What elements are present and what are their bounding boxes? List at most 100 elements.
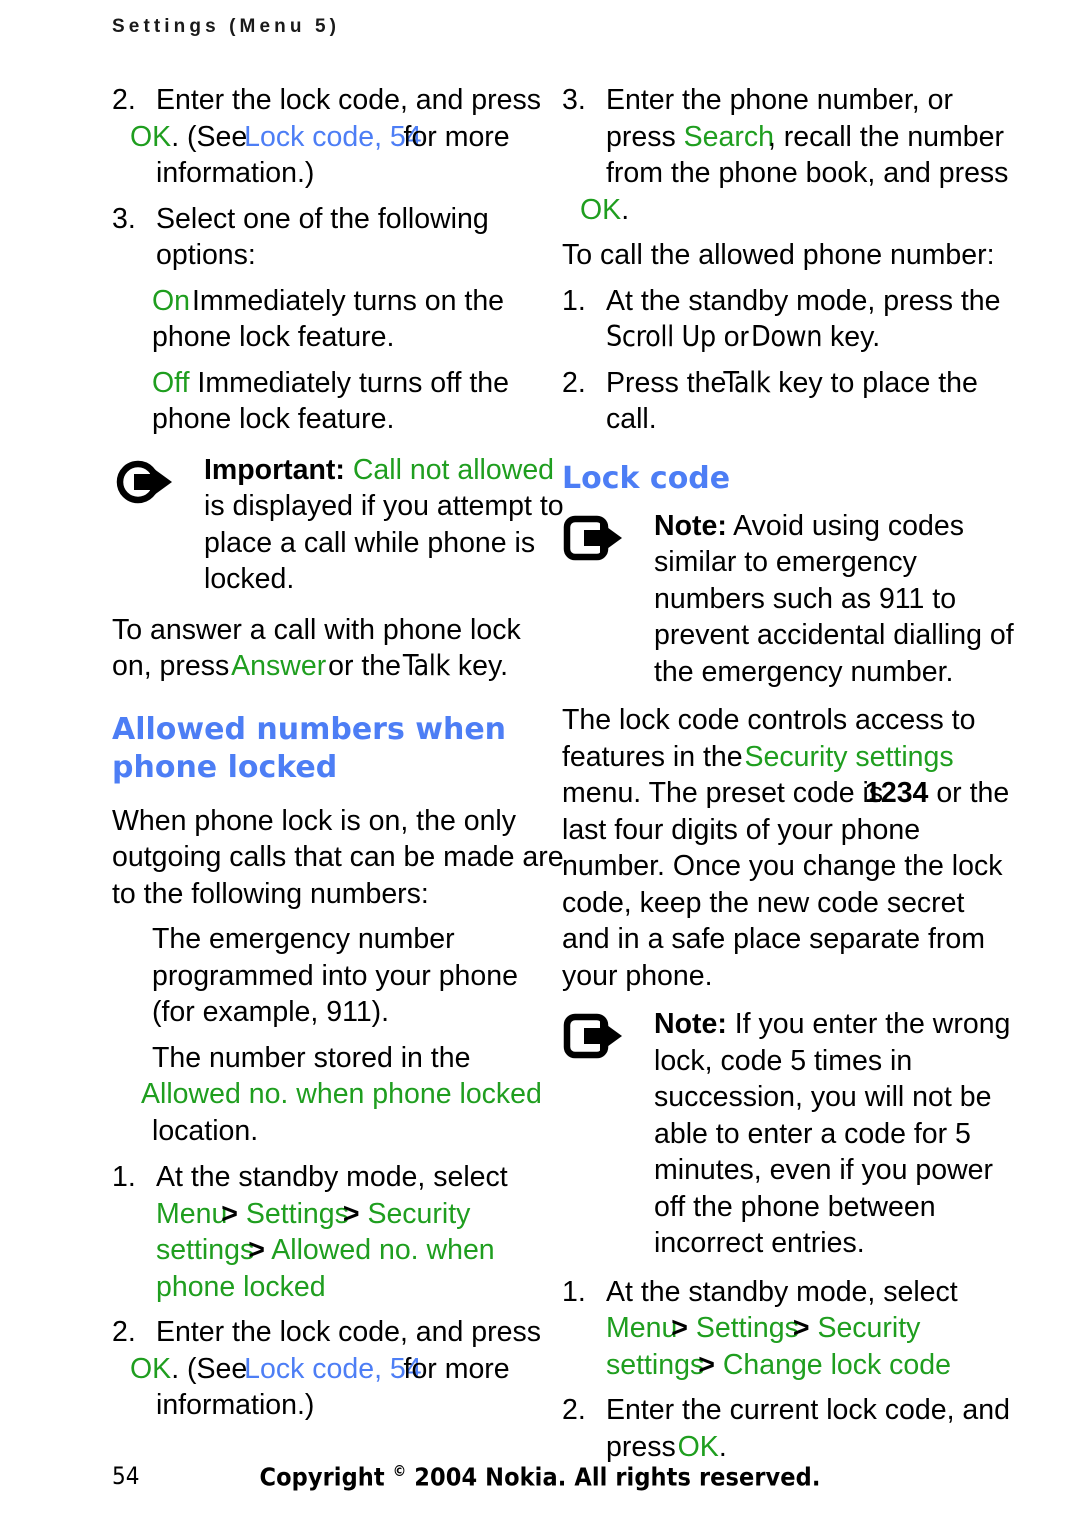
softkey-ok: OK: [130, 1352, 172, 1385]
menu-path-separator: >: [248, 1234, 265, 1266]
key-talk: Talk: [402, 649, 450, 682]
important-callout: Important: Call not allowed is displayed…: [112, 452, 564, 598]
important-label: Important:: [204, 453, 345, 486]
display-message-call-not-allowed: Call not allowed: [352, 453, 555, 486]
softkey-ok: OK: [677, 1430, 719, 1463]
list-number: 3.: [562, 84, 586, 116]
key-talk: Talk: [723, 365, 771, 399]
note-label: Note:: [654, 509, 727, 542]
step-text: Select one of the following options:: [156, 202, 489, 272]
menu-path-separator: >: [671, 1312, 688, 1344]
note-text: Note: If you enter the wrong lock, code …: [654, 1008, 1010, 1259]
step-period: .: [718, 1430, 727, 1463]
preset-lock-code-value: 1234: [865, 777, 929, 809]
answer-call-paragraph: To answer a call with phone lock on, pre…: [112, 612, 564, 685]
answer-suffix: key.: [449, 650, 509, 682]
option-off: Off Immediately turns off the phone lock…: [112, 365, 564, 438]
menu-path-settings: Settings: [245, 1197, 349, 1230]
list-item: 3. Select one of the following options:: [112, 201, 564, 274]
list-number: 3.: [112, 202, 136, 235]
stored-suffix: location.: [152, 1114, 259, 1147]
note-callout-wrong-code: Note: If you enter the wrong lock, code …: [562, 1006, 1014, 1262]
section-heading-allowed-numbers: Allowed numbers when phone locked: [112, 711, 507, 785]
important-text: Important: Call not allowed is displayed…: [204, 454, 564, 596]
left-column: 2. Enter the lock code, and press OK. (Se…: [112, 82, 564, 1433]
menu-value-off: Off: [152, 366, 190, 399]
menu-path-settings: Settings: [695, 1312, 799, 1344]
step-period: .: [171, 1352, 180, 1385]
list-item: 1. At the standby mode, select Menu> Sett…: [112, 1159, 564, 1305]
menu-path-separator: >: [792, 1312, 810, 1344]
step-text: Enter the lock code, and press: [156, 1316, 541, 1348]
bullet-stored-number: The number stored in the Allowed no. whe…: [112, 1040, 564, 1150]
lock-code-suffix: or the last four digits of your phone nu…: [562, 777, 1010, 992]
list-number: 1.: [562, 1275, 586, 1308]
key-scroll-up: Scroll Up: [606, 320, 716, 353]
note-arrow-icon: [562, 1012, 636, 1062]
menu-path-menu: Menu: [156, 1197, 228, 1230]
cross-reference-link[interactable]: Lock code, 54: [244, 121, 421, 153]
menu-allowed-no-location: Allowed no. when phone locked: [141, 1078, 542, 1110]
option-on: On Immediately turns on the phone lock f…: [112, 283, 564, 356]
step-text: Press the: [606, 366, 735, 399]
menu-path-separator: >: [342, 1197, 360, 1230]
step-period: .: [621, 193, 630, 226]
note-description: If you enter the wrong lock, code 5 time…: [654, 1008, 1011, 1259]
step-text: At the standby mode, select: [156, 1161, 508, 1193]
answer-middle: or the: [320, 650, 409, 682]
list-number: 1.: [562, 284, 586, 317]
softkey-ok: OK: [580, 193, 622, 226]
important-arrow-icon: [112, 458, 186, 508]
list-item: 1. At the standby mode, press the Scroll …: [562, 283, 1014, 356]
menu-security-settings: Security settings: [744, 740, 954, 773]
cross-reference-link[interactable]: Lock code, 54: [244, 1353, 421, 1385]
to-call-paragraph: To call the allowed phone number:: [562, 239, 995, 271]
step-text: At the standby mode, press the: [606, 284, 1001, 317]
list-item: 2. Press the Talk key to place the call.: [562, 365, 1014, 438]
list-item: 3. Enter the phone number, or press Searc…: [562, 82, 1014, 228]
allowed-numbers-intro: When phone lock is on, the only outgoing…: [112, 804, 564, 910]
option-on-description: Immediately turns on the phone lock feat…: [152, 284, 505, 354]
menu-path-menu: Menu: [606, 1312, 678, 1344]
list-item: 1. At the standby mode, select Menu> Sett…: [562, 1274, 1014, 1384]
list-number: 2.: [562, 366, 586, 399]
note-label: Note:: [654, 1008, 727, 1040]
bullet-emergency-number: The emergency number programmed into you…: [152, 923, 518, 1028]
menu-path-separator: >: [221, 1197, 238, 1230]
key-down: Down: [751, 320, 823, 353]
step-period: .: [171, 120, 180, 153]
menu-path-separator: >: [698, 1348, 715, 1381]
copyright-notice: Copyright © 2004 Nokia. All rights reser…: [0, 1462, 1080, 1491]
page-footer: 54 Copyright © 2004 Nokia. All rights re…: [0, 1462, 1080, 1496]
manual-page: Settings (Menu 5) 2. Enter the lock code,…: [0, 0, 1080, 1530]
step-text: At the standby mode, select: [606, 1275, 958, 1308]
right-column: 3. Enter the phone number, or press Searc…: [562, 82, 1014, 1474]
list-number: 2.: [112, 84, 136, 116]
lock-code-middle: menu. The preset code is: [562, 777, 891, 809]
copyright-suffix: 2004 Nokia. All rights reserved.: [406, 1462, 821, 1492]
softkey-search: Search: [683, 120, 774, 153]
softkey-ok: OK: [130, 120, 172, 153]
step-suffix: key.: [822, 321, 881, 353]
copyright-prefix: Copyright: [259, 1462, 393, 1492]
step-text: Enter the lock code, and press: [156, 84, 541, 116]
step-text: Enter the current lock code, and press: [606, 1394, 1010, 1463]
note-arrow-icon: [562, 514, 636, 564]
list-item: 2. Enter the current lock code, and press…: [562, 1392, 1014, 1465]
list-number: 1.: [112, 1161, 136, 1193]
softkey-answer: Answer: [231, 650, 327, 682]
lock-code-paragraph: The lock code controls access to feature…: [562, 702, 1014, 994]
option-off-description: Immediately turns off the phone lock fea…: [152, 366, 509, 436]
running-head: Settings (Menu 5): [112, 16, 341, 37]
note-callout-emergency: Note: Avoid using codes similar to emerg…: [562, 508, 1014, 691]
list-number: 2.: [562, 1394, 586, 1426]
menu-path-change-lock-code: Change lock code: [722, 1348, 951, 1381]
stored-prefix: The number stored in the: [152, 1041, 471, 1074]
section-heading-lock-code: Lock code: [562, 460, 731, 496]
important-description: is displayed if you attempt to place a c…: [204, 490, 564, 595]
list-item: 2. Enter the lock code, and press OK. (Se…: [112, 1314, 564, 1424]
list-item: 2. Enter the lock code, and press OK. (Se…: [112, 82, 564, 192]
note-text: Note: Avoid using codes similar to emerg…: [654, 510, 1014, 688]
copyright-symbol: ©: [392, 1462, 407, 1480]
list-number: 2.: [112, 1316, 136, 1348]
